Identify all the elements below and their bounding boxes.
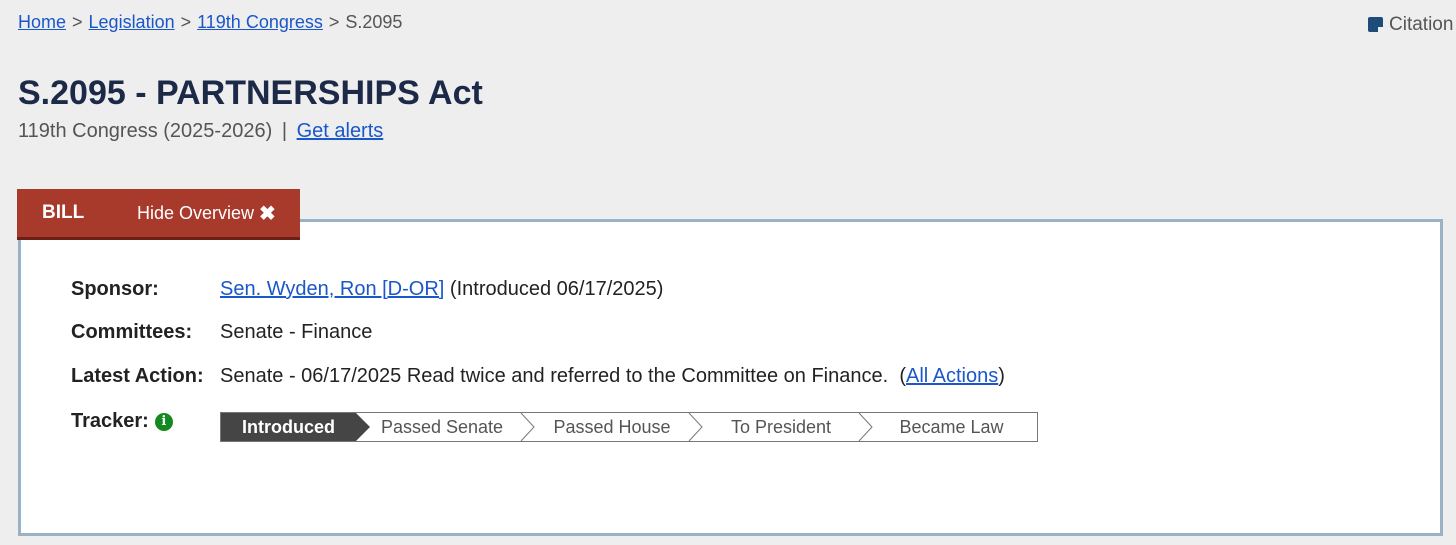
breadcrumb-congress-link[interactable]: 119th Congress bbox=[197, 12, 323, 32]
tracker-label-wrap: Tracker: i bbox=[71, 410, 220, 433]
hide-overview-label: Hide Overview bbox=[137, 202, 255, 223]
tracker-step-label: Introduced bbox=[242, 416, 335, 437]
latest-action-label: Latest Action: bbox=[71, 365, 204, 387]
tracker-arrow bbox=[858, 413, 873, 441]
overview-tabs: BILL Hide Overview ✖ bbox=[17, 189, 300, 240]
info-icon[interactable]: i bbox=[154, 412, 173, 431]
sponsor-label: Sponsor: bbox=[71, 278, 159, 300]
breadcrumb-current: S.2095 bbox=[345, 12, 403, 32]
sponsor-introduced: (Introduced 06/17/2025) bbox=[449, 278, 664, 300]
tracker-step-label: Became Law bbox=[899, 416, 1004, 437]
latest-action-text: Senate - 06/17/2025 Read twice and refer… bbox=[220, 365, 889, 387]
tracker-row: Tracker: i bbox=[71, 410, 220, 433]
committees-row: Committees: Senate - Finance bbox=[71, 321, 372, 344]
all-actions-link[interactable]: All Actions bbox=[906, 365, 998, 387]
breadcrumb-separator: > bbox=[72, 12, 83, 32]
tracker-step-label: Passed Senate bbox=[380, 416, 504, 437]
tracker-label: Tracker: bbox=[71, 410, 149, 432]
tracker-step-label: Passed House bbox=[553, 416, 671, 437]
hide-overview-button[interactable]: Hide Overview ✖ bbox=[137, 201, 276, 226]
all-actions-open-paren: ( bbox=[899, 365, 906, 387]
bill-tracker: Introduced Passed Senate Passed House To… bbox=[220, 412, 1038, 442]
sponsor-value: Sen. Wyden, Ron [D-OR] (Introduced 06/17… bbox=[220, 278, 663, 301]
tracker-step-introduced: Introduced bbox=[221, 413, 370, 441]
tracker-step-to-president: To President bbox=[696, 413, 873, 441]
tracker-step-passed-house: Passed House bbox=[528, 413, 703, 441]
committees-value: Senate - Finance bbox=[220, 321, 373, 343]
citation-icon bbox=[1368, 17, 1383, 32]
committees-label: Committees: bbox=[71, 321, 193, 343]
latest-action-row: Latest Action: Senate - 06/17/2025 Read … bbox=[71, 365, 1005, 388]
congress-session: 119th Congress (2025-2026) bbox=[18, 120, 273, 142]
bill-subtitle: 119th Congress (2025-2026) | Get alerts bbox=[18, 120, 383, 143]
breadcrumb-separator: > bbox=[180, 12, 192, 32]
tracker-arrow bbox=[688, 413, 703, 441]
breadcrumb: Home > Legislation >119th Congress > S.2095 bbox=[18, 12, 402, 33]
subtitle-divider: | bbox=[281, 120, 288, 142]
close-icon: ✖ bbox=[259, 202, 276, 225]
breadcrumb-separator: > bbox=[328, 12, 340, 32]
page-title: S.2095 - PARTNERSHIPS Act bbox=[18, 74, 483, 112]
sponsor-row: Sponsor: Sen. Wyden, Ron [D-OR] (Introdu… bbox=[71, 278, 663, 301]
citation-button[interactable]: Citation bbox=[1368, 14, 1453, 36]
all-actions-close-paren: ) bbox=[998, 365, 1005, 387]
citation-label: Citation bbox=[1389, 14, 1454, 35]
tracker-step-label: To President bbox=[730, 416, 832, 437]
sponsor-link[interactable]: Sen. Wyden, Ron [D-OR] bbox=[220, 278, 444, 300]
latest-action-value: Senate - 06/17/2025 Read twice and refer… bbox=[220, 365, 1005, 388]
breadcrumb-home-link[interactable]: Home bbox=[18, 12, 66, 32]
breadcrumb-legislation-link[interactable]: Legislation bbox=[89, 12, 175, 32]
tab-bill[interactable]: BILL bbox=[17, 202, 137, 224]
tracker-step-passed-senate: Passed Senate bbox=[356, 413, 535, 441]
tracker-arrow bbox=[520, 413, 535, 441]
get-alerts-link[interactable]: Get alerts bbox=[297, 120, 384, 142]
tracker-step-became-law: Became Law bbox=[866, 413, 1037, 441]
tracker-arrow bbox=[356, 413, 370, 441]
